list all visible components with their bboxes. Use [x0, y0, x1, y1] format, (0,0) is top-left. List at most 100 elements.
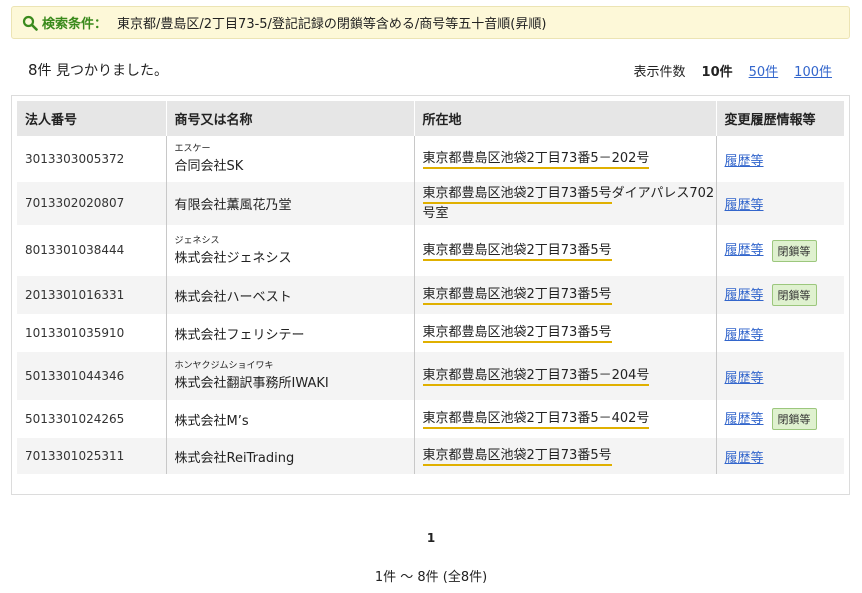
trade-name: 株式会社ハーベスト	[174, 289, 292, 305]
corporate-number-cell: 2013301016331	[17, 276, 167, 314]
location-link[interactable]: 東京都豊島区池袋2丁目73番5号	[422, 448, 612, 466]
corporate-number: 7013302020807	[25, 196, 125, 210]
history-cell: 履歴等 閉鎖等	[716, 276, 844, 314]
per-page-selector: 表示件数 10件 50件 100件	[634, 61, 832, 80]
location-link[interactable]: 東京都豊島区池袋2丁目73番5－202号	[422, 151, 650, 169]
table-row: 7013302020807 有限会社薫風花乃堂 東京都豊島区池袋2丁目73番5号ダイ…	[17, 182, 844, 225]
corporate-number-cell: 1013301035910	[17, 314, 167, 352]
trade-name-kana: ホンヤクジムショイワキ	[174, 361, 274, 371]
result-range: 1件 ～ 8件 (全8件)	[374, 570, 488, 585]
search-conditions-text: 東京都/豊島区/2丁目73-5/登記記録の閉鎖等含める/商号等五十音順(昇順)	[117, 17, 547, 32]
history-link[interactable]: 履歴等	[725, 198, 764, 213]
location-link[interactable]: 東京都豊島区池袋2丁目73番5号	[422, 185, 612, 204]
corporate-number-cell: 8013301038444	[17, 225, 167, 276]
header-location: 所在地	[414, 101, 717, 136]
location-link[interactable]: 東京都豊島区池袋2丁目73番5号	[422, 287, 612, 305]
history-cell: 履歴等	[716, 314, 844, 352]
per-page-100-link[interactable]: 100件	[794, 61, 832, 80]
history-cell: 履歴等	[716, 352, 844, 400]
result-count: 8件 見つかりました。	[28, 60, 168, 80]
location-link[interactable]: 東京都豊島区池袋2丁目73番5号	[422, 325, 612, 343]
trade-name-cell: ホンヤクジムショイワキ株式会社翻訳事務所IWAKI	[166, 352, 415, 400]
history-link[interactable]: 履歴等	[725, 451, 764, 466]
history-link[interactable]: 履歴等	[725, 371, 764, 386]
table-row: 5013301024265 株式会社M’s 東京都豊島区池袋2丁目73番5－402号…	[17, 400, 844, 438]
results-table-container: 法人番号 商号又は名称 所在地 変更履歴情報等 3013303005372 エスケ…	[11, 95, 850, 495]
table-row: 3013303005372 エスケー合同会社SK 東京都豊島区池袋2丁目73番5－2…	[17, 136, 844, 182]
trade-name: 株式会社ReiTrading	[174, 450, 295, 466]
header-trade-name: 商号又は名称	[166, 101, 415, 136]
location-cell: 東京都豊島区池袋2丁目73番5号	[414, 225, 717, 276]
per-page-50-link[interactable]: 50件	[749, 61, 779, 80]
table-header-row: 法人番号 商号又は名称 所在地 変更履歴情報等	[17, 101, 844, 136]
per-page-label: 表示件数	[633, 65, 686, 80]
corporate-number: 7013301025311	[25, 448, 125, 463]
table-row: 1013301035910 株式会社フェリシテー 東京都豊島区池袋2丁目73番5号 履…	[17, 314, 844, 352]
history-cell: 履歴等	[716, 136, 844, 182]
trade-name-cell: 有限会社薫風花乃堂	[166, 182, 415, 225]
results-table: 法人番号 商号又は名称 所在地 変更履歴情報等 3013303005372 エスケ…	[17, 101, 844, 474]
trade-name: 株式会社翻訳事務所IWAKI	[174, 376, 329, 391]
history-cell: 履歴等 閉鎖等	[716, 225, 844, 276]
corporate-number-cell: 5013301024265	[17, 400, 167, 438]
history-cell: 履歴等	[716, 438, 844, 474]
location-cell: 東京都豊島区池袋2丁目73番5号	[414, 314, 717, 352]
result-count-suffix: 件 見つかりました。	[37, 63, 168, 79]
closed-badge[interactable]: 閉鎖等	[771, 408, 817, 431]
search-icon	[22, 15, 38, 31]
corporate-number-cell: 7013302020807	[17, 182, 167, 225]
location-link[interactable]: 東京都豊島区池袋2丁目73番5－402号	[422, 411, 650, 429]
result-count-number: 8	[28, 61, 38, 79]
table-row: 5013301044346 ホンヤクジムショイワキ株式会社翻訳事務所IWAKI 東京…	[17, 352, 844, 400]
corporate-number: 1013301035910	[25, 325, 125, 340]
history-link[interactable]: 履歴等	[725, 154, 764, 169]
per-page-current: 10件	[701, 65, 733, 80]
history-cell: 履歴等 閉鎖等	[716, 400, 844, 438]
trade-name: 株式会社M’s	[174, 413, 249, 429]
search-conditions-label: 検索条件：	[42, 17, 108, 32]
trade-name-cell: エスケー合同会社SK	[166, 136, 415, 182]
corporate-number: 8013301038444	[25, 243, 125, 257]
trade-name: 合同会社SK	[174, 159, 244, 174]
trade-name-cell: ジェネシス株式会社ジェネシス	[166, 225, 415, 276]
trade-name: 有限会社薫風花乃堂	[174, 198, 292, 213]
location-cell: 東京都豊島区池袋2丁目73番5－202号	[414, 136, 717, 182]
location-cell: 東京都豊島区池袋2丁目73番5号ダイアパレス702号室	[414, 182, 717, 225]
header-corporate-number: 法人番号	[17, 101, 167, 136]
location-cell: 東京都豊島区池袋2丁目73番5－402号	[414, 400, 717, 438]
trade-name-kana: ジェネシス	[174, 235, 220, 246]
corporate-number: 5013301044346	[25, 368, 125, 383]
history-link[interactable]: 履歴等	[725, 412, 764, 427]
table-row: 8013301038444 ジェネシス 株式会社ジェネシス 東京都豊島区池袋2丁目73…	[17, 225, 844, 276]
corporate-number-cell: 3013303005372	[17, 136, 167, 182]
location-link[interactable]: 東京都豊島区池袋2丁目73番5号	[422, 242, 612, 261]
search-conditions-bar: 検索条件： 東京都/豊島区/2丁目73-5/登記記録の閉鎖等含める/商号等五十音…	[11, 6, 850, 39]
history-link[interactable]: 履歴等	[725, 328, 764, 343]
history-link[interactable]: 履歴等	[725, 243, 764, 258]
trade-name-cell: 株式会社ハーベスト	[166, 276, 415, 314]
location-cell: 東京都豊島区池袋2丁目73番5－204号	[414, 352, 717, 400]
trade-name: 株式会社フェリシテー	[174, 327, 305, 343]
trade-name-cell: 株式会社ReiTrading	[166, 438, 415, 474]
pagination-current-page: 1	[426, 531, 436, 545]
trade-name: 株式会社ジェネシス	[174, 250, 292, 266]
location-link[interactable]: 東京都豊島区池袋2丁目73番5－204号	[422, 368, 650, 386]
pagination: 1	[0, 531, 862, 545]
corporate-number: 3013303005372	[25, 151, 125, 166]
header-change-history: 変更履歴情報等	[716, 101, 844, 136]
corporate-number-cell: 5013301044346	[17, 352, 167, 400]
location-cell: 東京都豊島区池袋2丁目73番5号	[414, 438, 717, 474]
closed-badge[interactable]: 閉鎖等	[771, 284, 817, 307]
history-link[interactable]: 履歴等	[725, 288, 764, 303]
corporate-number-cell: 7013301025311	[17, 438, 167, 474]
trade-name-cell: 株式会社フェリシテー	[166, 314, 415, 352]
corporate-number: 5013301024265	[25, 411, 125, 426]
table-row: 2013301016331 株式会社ハーベスト 東京都豊島区池袋2丁目73番5号 履歴…	[17, 276, 844, 314]
closed-badge[interactable]: 閉鎖等	[771, 239, 817, 262]
corporate-number: 2013301016331	[25, 287, 125, 302]
history-cell: 履歴等	[716, 182, 844, 225]
trade-name-cell: 株式会社M’s	[166, 400, 415, 438]
table-row: 7013301025311 株式会社ReiTrading 東京都豊島区池袋2丁目73…	[17, 438, 844, 474]
location-cell: 東京都豊島区池袋2丁目73番5号	[414, 276, 717, 314]
trade-name-kana: エスケー	[174, 144, 211, 154]
